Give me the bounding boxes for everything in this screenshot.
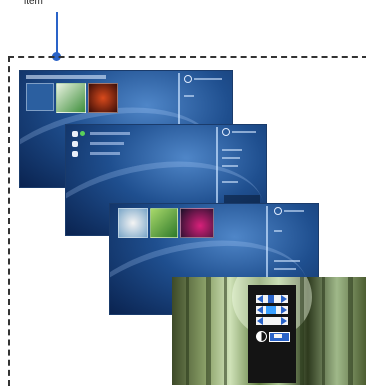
bamboo-stalk: [206, 277, 211, 385]
thumbnail-folder[interactable]: [26, 83, 54, 111]
side-item-line: [222, 157, 240, 159]
thumbnail-image-leaf[interactable]: [150, 208, 178, 238]
side-item-line: [222, 165, 238, 167]
contrast-slider-thumb[interactable]: [274, 334, 282, 338]
arrow-right-icon[interactable]: [281, 317, 287, 325]
bamboo-stalk: [186, 277, 189, 385]
dashed-frame-left: [8, 56, 10, 386]
side-label-line: [284, 210, 304, 212]
side-item-line: [184, 95, 194, 97]
list-item-1[interactable]: [90, 132, 130, 135]
list-item-3[interactable]: [90, 152, 120, 155]
osd-selected-cell[interactable]: [266, 306, 276, 314]
side-item-line: [222, 181, 238, 183]
search-icon[interactable]: [274, 207, 282, 215]
folder-icon: [72, 151, 78, 157]
arrow-left-icon[interactable]: [257, 317, 263, 325]
list-item-2[interactable]: [90, 142, 124, 145]
thumbnail-image-pink[interactable]: [180, 208, 214, 238]
folder-icon: [72, 131, 78, 137]
dashed-frame-top: [8, 56, 366, 58]
side-label-line: [232, 131, 256, 133]
thumbnail-image-white[interactable]: [118, 208, 148, 238]
callout-label: item: [24, 0, 43, 7]
status-dot-green: [80, 131, 85, 136]
side-item-line: [222, 149, 242, 151]
side-item-line: [274, 230, 282, 232]
arrow-left-icon[interactable]: [257, 295, 263, 303]
search-icon[interactable]: [222, 128, 230, 136]
bamboo-stalk: [348, 277, 353, 385]
arrow-left-icon[interactable]: [257, 306, 263, 314]
side-label-line: [194, 78, 222, 80]
search-icon[interactable]: [184, 75, 192, 83]
folder-icon: [72, 141, 78, 147]
bamboo-stalk: [224, 277, 227, 385]
osd-setting-icon: [268, 295, 274, 303]
side-item-line: [274, 260, 300, 262]
osd-panel: [248, 285, 296, 383]
contrast-icon: [256, 331, 267, 342]
arrow-right-icon[interactable]: [281, 306, 287, 314]
thumbnail-image-green[interactable]: [56, 83, 86, 113]
thumbnail-image-red[interactable]: [88, 83, 118, 113]
screen-title-bar: [26, 75, 106, 79]
bamboo-stalk: [322, 277, 325, 385]
callout-leader-line: [56, 12, 58, 56]
arrow-right-icon[interactable]: [281, 295, 287, 303]
bamboo-stalk: [300, 277, 304, 385]
side-item-line: [274, 268, 296, 270]
